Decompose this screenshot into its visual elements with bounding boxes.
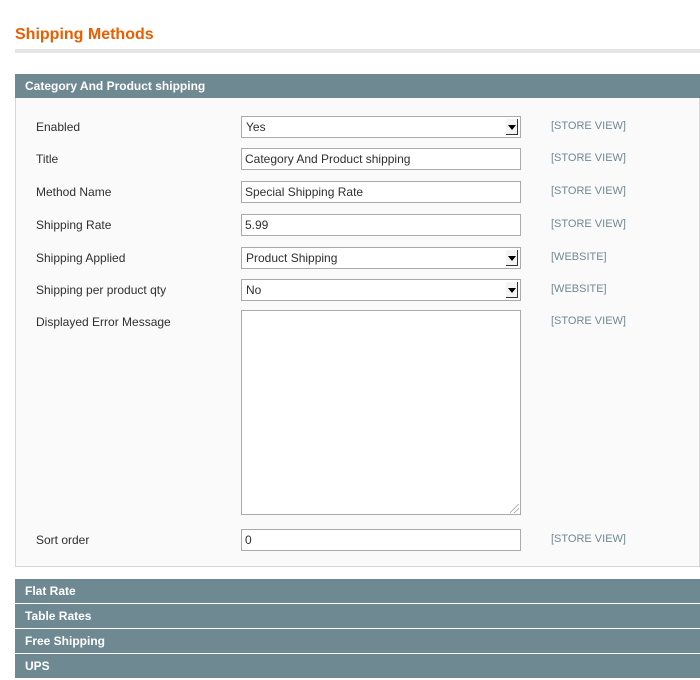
section-header-ups[interactable]: UPS	[15, 654, 700, 678]
method-name-scope: [STORE VIEW]	[551, 185, 626, 197]
error-message-label: Displayed Error Message	[36, 315, 171, 329]
section-header-flat-rate[interactable]: Flat Rate	[15, 579, 700, 603]
resize-grip-icon[interactable]	[510, 504, 519, 513]
section-header-free-shipping[interactable]: Free Shipping	[15, 629, 700, 653]
title-scope: [STORE VIEW]	[551, 152, 626, 164]
section-header-category-product-shipping[interactable]: Category And Product shipping	[15, 74, 700, 98]
shipping-per-qty-scope: [WEBSITE]	[551, 283, 607, 295]
method-name-label: Method Name	[36, 185, 112, 199]
shipping-applied-scope: [WEBSITE]	[551, 251, 607, 263]
shipping-rate-scope: [STORE VIEW]	[551, 218, 626, 230]
chevron-down-icon	[506, 250, 518, 266]
shipping-rate-label: Shipping Rate	[36, 218, 112, 232]
enabled-value: Yes	[246, 120, 266, 134]
title-input[interactable]	[241, 148, 521, 170]
title-divider	[15, 49, 700, 53]
shipping-per-qty-value: No	[246, 283, 262, 297]
shipping-rate-input[interactable]	[241, 214, 521, 236]
chevron-down-icon	[506, 119, 518, 135]
error-message-textarea[interactable]	[241, 310, 521, 515]
shipping-applied-value: Product Shipping	[246, 251, 338, 265]
sort-order-scope: [STORE VIEW]	[551, 533, 626, 545]
sort-order-input[interactable]	[241, 529, 521, 551]
chevron-down-icon	[506, 282, 518, 298]
title-label: Title	[36, 152, 59, 166]
enabled-scope: [STORE VIEW]	[551, 120, 626, 132]
error-message-scope: [STORE VIEW]	[551, 315, 626, 327]
shipping-per-qty-label: Shipping per product qty	[36, 283, 167, 297]
method-name-input[interactable]	[241, 181, 521, 203]
enabled-select[interactable]: Yes	[241, 116, 521, 138]
shipping-applied-label: Shipping Applied	[36, 251, 126, 265]
sort-order-label: Sort order	[36, 533, 90, 547]
shipping-per-qty-select[interactable]: No	[241, 279, 521, 301]
page-title: Shipping Methods	[15, 26, 154, 43]
shipping-applied-select[interactable]: Product Shipping	[241, 247, 521, 269]
section-header-table-rates[interactable]: Table Rates	[15, 604, 700, 628]
enabled-label: Enabled	[36, 120, 81, 134]
